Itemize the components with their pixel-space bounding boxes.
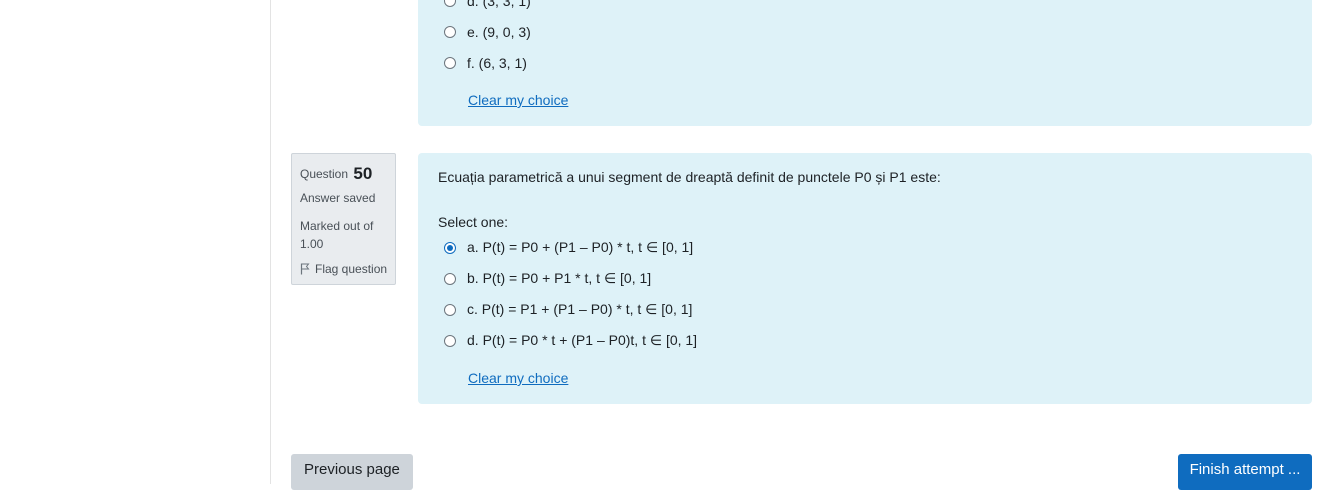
question-state: Answer saved — [300, 191, 376, 205]
option-label: c. P(t) = P1 + (P1 – P0) * t, t ∈ [0, 1] — [467, 301, 693, 317]
clear-choice-link[interactable]: Clear my choice — [468, 370, 568, 386]
radio-button-selected[interactable] — [444, 241, 456, 254]
flag-question-button[interactable]: Flag question — [300, 262, 387, 276]
option-b[interactable]: b. P(t) = P0 + P1 * t, t ∈ [0, 1] — [444, 270, 651, 287]
question-number: Question 50 — [300, 163, 372, 183]
prev-option-e[interactable]: e. (9, 0, 3) — [444, 24, 531, 40]
radio-button[interactable] — [444, 334, 456, 347]
option-label: e. (9, 0, 3) — [467, 24, 531, 40]
question-prefix: Question — [300, 167, 349, 181]
question-info-box: Question 50 Answer saved Marked out of 1… — [291, 153, 396, 285]
question-text: Ecuația parametrică a unui segment de dr… — [438, 169, 941, 185]
prev-option-f[interactable]: f. (6, 3, 1) — [444, 55, 527, 71]
option-label: a. P(t) = P0 + (P1 – P0) * t, t ∈ [0, 1] — [467, 239, 694, 255]
radio-button[interactable] — [444, 272, 456, 285]
previous-page-button[interactable]: Previous page — [291, 454, 413, 490]
flag-icon — [300, 263, 310, 275]
question-grade: Marked out of 1.00 — [300, 219, 374, 251]
radio-button[interactable] — [444, 0, 456, 7]
option-label: d. P(t) = P0 * t + (P1 – P0)t, t ∈ [0, 1… — [467, 332, 698, 348]
finish-attempt-button[interactable]: Finish attempt ... — [1178, 454, 1312, 490]
option-d[interactable]: d. P(t) = P0 * t + (P1 – P0)t, t ∈ [0, 1… — [444, 332, 697, 349]
left-margin — [0, 0, 271, 484]
option-label: f. (6, 3, 1) — [467, 55, 527, 71]
flag-question-label: Flag question — [315, 262, 388, 276]
question-number-value: 50 — [353, 164, 373, 183]
option-a[interactable]: a. P(t) = P0 + (P1 – P0) * t, t ∈ [0, 1] — [444, 239, 693, 256]
radio-button[interactable] — [444, 26, 456, 38]
radio-button[interactable] — [444, 57, 456, 69]
select-one-prompt: Select one: — [438, 214, 509, 230]
option-label: d. (3, 3, 1) — [467, 0, 531, 9]
prev-option-d[interactable]: d. (3, 3, 1) — [444, 0, 531, 9]
option-label: b. P(t) = P0 + P1 * t, t ∈ [0, 1] — [467, 270, 652, 286]
radio-button[interactable] — [444, 303, 456, 316]
prev-clear-choice-link[interactable]: Clear my choice — [468, 92, 568, 108]
option-c[interactable]: c. P(t) = P1 + (P1 – P0) * t, t ∈ [0, 1] — [444, 301, 692, 318]
